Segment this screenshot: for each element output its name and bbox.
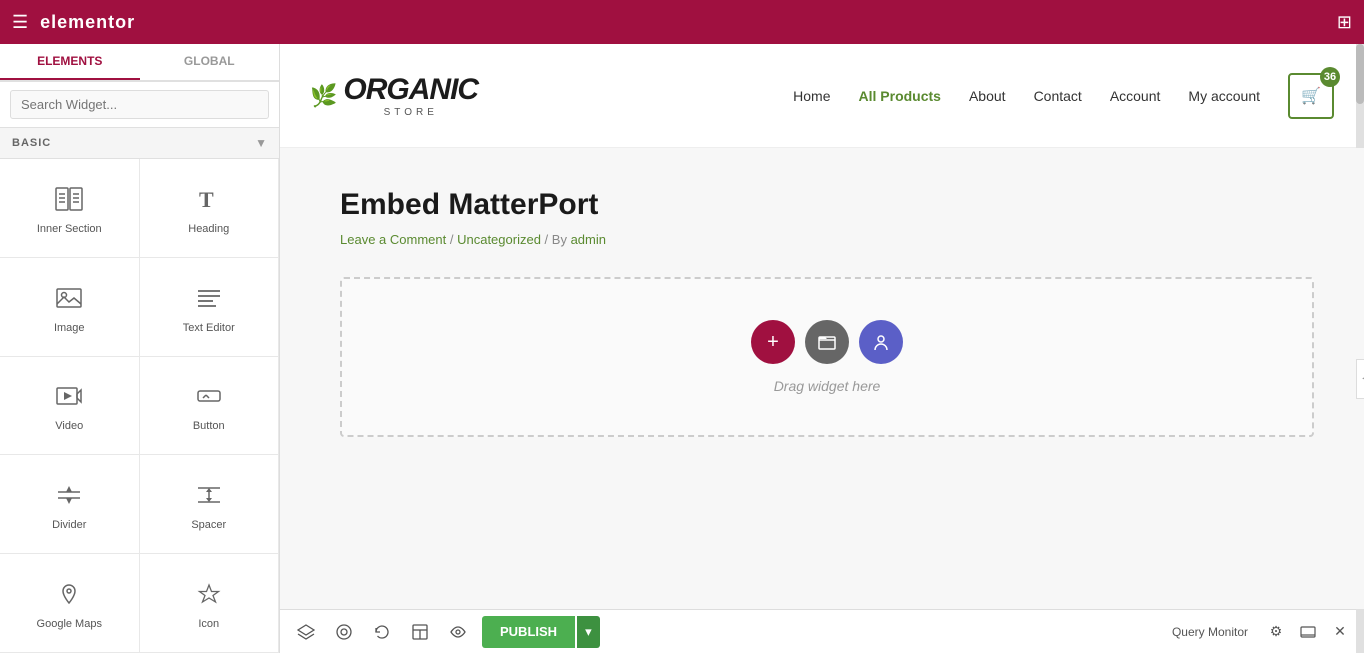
search-bar bbox=[0, 82, 279, 128]
person-button[interactable] bbox=[859, 320, 903, 364]
folder-button[interactable] bbox=[805, 320, 849, 364]
page-title: Embed MatterPort bbox=[340, 188, 1314, 222]
post-meta: Leave a Comment / Uncategorized / By adm… bbox=[340, 232, 1314, 247]
logo-area: ORGANIC STORE bbox=[343, 73, 478, 118]
video-icon bbox=[55, 384, 83, 412]
widget-icon-label: Icon bbox=[198, 618, 219, 630]
elementor-logo: elementor bbox=[40, 12, 135, 33]
sidebar-collapse-handle[interactable]: ◀ bbox=[1356, 359, 1364, 399]
divider-icon bbox=[55, 483, 83, 511]
close-icon[interactable]: ✕ bbox=[1326, 618, 1354, 646]
nav-about[interactable]: About bbox=[969, 88, 1006, 104]
bottom-bar-left bbox=[290, 616, 474, 648]
templates-icon[interactable] bbox=[404, 616, 436, 648]
style-icon[interactable] bbox=[328, 616, 360, 648]
image-icon bbox=[55, 286, 83, 314]
spacer-icon bbox=[195, 483, 223, 511]
section-collapse-icon: ▼ bbox=[255, 136, 267, 150]
widget-grid: Inner Section T Heading bbox=[0, 159, 279, 653]
nav-links: Home All Products About Contact Account … bbox=[793, 73, 1334, 119]
widget-google-maps[interactable]: Google Maps bbox=[0, 554, 140, 653]
layers-icon[interactable] bbox=[290, 616, 322, 648]
widget-divider-label: Divider bbox=[52, 519, 86, 531]
meta-category[interactable]: Uncategorized bbox=[457, 232, 541, 247]
widget-button-label: Button bbox=[193, 420, 225, 432]
widget-spacer-label: Spacer bbox=[191, 519, 226, 531]
store-header: 🌿 ORGANIC STORE Home All Products About … bbox=[280, 44, 1364, 148]
meta-sep2: / bbox=[545, 232, 552, 247]
nav-home[interactable]: Home bbox=[793, 88, 830, 104]
widget-text-editor-label: Text Editor bbox=[183, 322, 235, 334]
scrollbar-thumb[interactable] bbox=[1356, 44, 1364, 104]
top-bar: ☰ elementor ⊞ bbox=[0, 0, 1364, 44]
sidebar: ELEMENTS GLOBAL BASIC ▼ bbox=[0, 44, 280, 653]
nav-account[interactable]: Account bbox=[1110, 88, 1161, 104]
history-icon[interactable] bbox=[366, 616, 398, 648]
google-maps-icon bbox=[55, 582, 83, 610]
cart-icon: 🛒 bbox=[1301, 86, 1321, 106]
widget-inner-section-label: Inner Section bbox=[37, 223, 102, 235]
bottom-bar-right: Query Monitor ⚙ ✕ bbox=[1164, 618, 1354, 646]
logo-main-text: ORGANIC bbox=[343, 73, 478, 107]
publish-dropdown-button[interactable]: ▾ bbox=[577, 616, 600, 648]
tab-global[interactable]: GLOBAL bbox=[140, 44, 280, 80]
drop-buttons: + bbox=[751, 320, 903, 364]
heading-icon: T bbox=[195, 187, 223, 215]
bottom-bar: PUBLISH ▾ Query Monitor ⚙ ✕ bbox=[280, 609, 1364, 653]
widget-google-maps-label: Google Maps bbox=[37, 618, 102, 630]
nav-contact[interactable]: Contact bbox=[1034, 88, 1082, 104]
widget-spacer[interactable]: Spacer bbox=[140, 455, 280, 554]
widget-heading[interactable]: T Heading bbox=[140, 159, 280, 258]
grid-icon[interactable]: ⊞ bbox=[1337, 12, 1352, 33]
widget-text-editor[interactable]: Text Editor bbox=[140, 258, 280, 357]
drop-zone[interactable]: + Drag widge bbox=[340, 277, 1314, 437]
widget-image-label: Image bbox=[54, 322, 85, 334]
sidebar-tabs: ELEMENTS GLOBAL bbox=[0, 44, 279, 82]
logo-sub-text: STORE bbox=[343, 107, 478, 118]
publish-group: PUBLISH ▾ bbox=[482, 616, 600, 648]
main-layout: ELEMENTS GLOBAL BASIC ▼ bbox=[0, 44, 1364, 653]
store-logo: 🌿 ORGANIC STORE bbox=[310, 73, 478, 118]
drop-text: Drag widget here bbox=[774, 378, 881, 394]
text-editor-icon bbox=[195, 286, 223, 314]
widget-divider[interactable]: Divider bbox=[0, 455, 140, 554]
widget-heading-label: Heading bbox=[188, 223, 229, 235]
bottom-right-icons: ⚙ ✕ bbox=[1262, 618, 1354, 646]
widget-image[interactable]: Image bbox=[0, 258, 140, 357]
search-input[interactable] bbox=[10, 90, 269, 119]
responsive-icon[interactable] bbox=[1294, 618, 1322, 646]
widget-button[interactable]: Button bbox=[140, 357, 280, 456]
inner-section-icon bbox=[55, 187, 83, 215]
hamburger-icon[interactable]: ☰ bbox=[12, 12, 28, 33]
cart-icon-wrapper[interactable]: 🛒 36 bbox=[1288, 73, 1334, 119]
meta-sep1: / bbox=[450, 232, 457, 247]
widget-video[interactable]: Video bbox=[0, 357, 140, 456]
meta-author[interactable]: admin bbox=[571, 232, 606, 247]
widget-video-label: Video bbox=[55, 420, 83, 432]
nav-my-account[interactable]: My account bbox=[1188, 88, 1260, 104]
tab-elements[interactable]: ELEMENTS bbox=[0, 44, 140, 80]
cart-badge: 36 bbox=[1320, 67, 1340, 87]
button-icon bbox=[195, 384, 223, 412]
section-label: BASIC bbox=[12, 137, 51, 149]
page-content: ◀ Embed MatterPort Leave a Comment / Unc… bbox=[280, 148, 1364, 609]
query-monitor-label: Query Monitor bbox=[1164, 621, 1256, 643]
icon-icon bbox=[195, 582, 223, 610]
preview-icon[interactable] bbox=[442, 616, 474, 648]
publish-button[interactable]: PUBLISH bbox=[482, 616, 575, 648]
logo-leaf-icon: 🌿 bbox=[310, 83, 337, 109]
settings-icon[interactable]: ⚙ bbox=[1262, 618, 1290, 646]
svg-text:T: T bbox=[199, 187, 214, 211]
widget-inner-section[interactable]: Inner Section bbox=[0, 159, 140, 258]
section-header-basic[interactable]: BASIC ▼ bbox=[0, 128, 279, 159]
add-widget-button[interactable]: + bbox=[751, 320, 795, 364]
nav-all-products[interactable]: All Products bbox=[859, 88, 941, 104]
content-area: 🌿 ORGANIC STORE Home All Products About … bbox=[280, 44, 1364, 653]
meta-leave-comment[interactable]: Leave a Comment bbox=[340, 232, 446, 247]
meta-by: By bbox=[552, 232, 571, 247]
widget-icon[interactable]: Icon bbox=[140, 554, 280, 653]
